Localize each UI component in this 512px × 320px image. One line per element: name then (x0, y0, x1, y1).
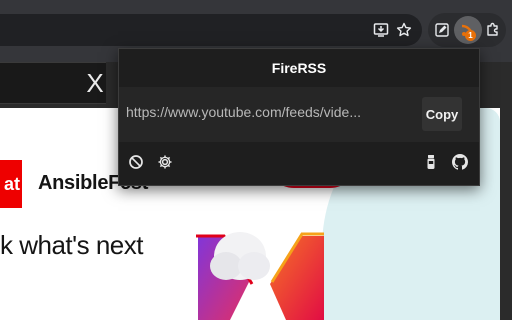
popup-title: FireRSS (271, 60, 327, 76)
feed-url[interactable]: https://www.youtube.com/feeds/vide... (126, 104, 416, 120)
block-icon[interactable] (127, 153, 145, 171)
hero-illustration (196, 232, 324, 320)
close-banner-icon[interactable]: X (82, 70, 108, 96)
github-icon[interactable] (451, 153, 469, 171)
bookmark-star-icon[interactable] (392, 18, 416, 42)
install-app-icon[interactable] (369, 18, 393, 42)
hero-tagline: k what's next (0, 230, 143, 260)
brand-fragment: at (3, 174, 20, 194)
settings-icon[interactable] (156, 153, 174, 171)
copy-button[interactable]: Copy (422, 97, 462, 131)
extensions-puzzle-icon[interactable] (481, 18, 505, 42)
edit-extension-icon[interactable] (430, 18, 454, 42)
address-bar[interactable] (0, 14, 422, 46)
extension-badge: 1 (465, 30, 476, 41)
redhat-logo: at (0, 160, 22, 208)
bottle-icon[interactable] (422, 153, 440, 171)
feed-row: https://www.youtube.com/feeds/vide... Co… (119, 87, 479, 142)
firerss-popup: FireRSS https://www.youtube.com/feeds/vi… (118, 48, 480, 186)
